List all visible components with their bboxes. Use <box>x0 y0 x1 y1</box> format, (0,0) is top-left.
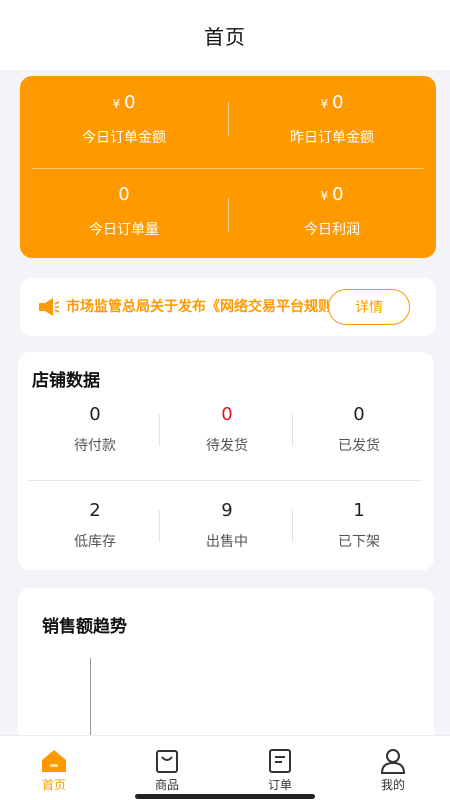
tab-label: 订单 <box>267 778 292 792</box>
stat-delisted[interactable]: 1 已下架 <box>290 500 428 551</box>
tab-mine[interactable]: 我的 <box>353 748 433 793</box>
notice-bar[interactable]: 市场监管总局关于发布《网络交易平台规则 详情 <box>20 278 436 336</box>
yesterday-amount-value: 0 <box>332 92 344 113</box>
page-title: 首页 <box>204 24 246 49</box>
home-icon <box>42 750 66 772</box>
stat-value: 0 <box>89 404 101 425</box>
order-icon <box>269 749 291 773</box>
overview-card: ¥0 今日订单金额 ¥0 昨日订单金额 0 今日订单量 ¥0 今日利润 <box>20 76 436 258</box>
stat-pending-payment[interactable]: 0 待付款 <box>26 404 164 455</box>
store-data-title: 店铺数据 <box>32 371 100 391</box>
stat-label: 已发货 <box>338 438 380 454</box>
top-bar: 首页 <box>0 0 450 70</box>
tab-products[interactable]: 商品 <box>127 748 207 793</box>
user-icon <box>380 749 406 774</box>
stat-value: 0 <box>353 404 365 425</box>
sales-trend-card: 销售额趋势 <box>18 588 434 758</box>
stat-pending-shipment[interactable]: 0 待发货 <box>158 404 296 455</box>
stat-value: 1 <box>353 500 365 521</box>
yesterday-amount-label: 昨日订单金额 <box>290 130 374 146</box>
stat-low-stock[interactable]: 2 低库存 <box>26 500 164 551</box>
stat-label: 待发货 <box>206 438 248 454</box>
tab-label: 首页 <box>41 778 66 792</box>
tab-label: 商品 <box>154 778 179 792</box>
currency-symbol: ¥ <box>320 97 329 111</box>
megaphone-icon <box>39 298 60 316</box>
today-amount-value: 0 <box>124 92 136 113</box>
sales-trend-title: 销售额趋势 <box>42 617 127 637</box>
notice-text: 市场监管总局关于发布《网络交易平台规则 <box>66 299 332 315</box>
stat-label: 已下架 <box>338 534 380 550</box>
bag-icon <box>156 750 178 773</box>
tab-orders[interactable]: 订单 <box>240 748 320 793</box>
today-profit-label: 今日利润 <box>304 222 360 238</box>
divider <box>28 480 422 481</box>
today-count-stat[interactable]: 0 今日订单量 <box>20 184 228 239</box>
tab-label: 我的 <box>380 778 405 792</box>
stat-value: 9 <box>221 500 233 521</box>
stat-label: 低库存 <box>74 534 116 550</box>
store-data-card: 店铺数据 0 待付款 0 待发货 0 已发货 2 低库存 9 出售中 1 已下架 <box>18 352 434 570</box>
currency-symbol: ¥ <box>112 97 121 111</box>
divider <box>32 168 424 169</box>
yesterday-amount-stat[interactable]: ¥0 昨日订单金额 <box>228 92 436 147</box>
stat-on-sale[interactable]: 9 出售中 <box>158 500 296 551</box>
today-count-label: 今日订单量 <box>89 222 159 238</box>
today-profit-value: 0 <box>332 184 344 205</box>
today-amount-stat[interactable]: ¥0 今日订单金额 <box>20 92 228 147</box>
stat-value: 0 <box>221 404 233 425</box>
stat-label: 出售中 <box>206 534 248 550</box>
bottom-tab-bar: 首页 商品 订单 我的 <box>0 735 450 800</box>
stat-shipped[interactable]: 0 已发货 <box>290 404 428 455</box>
home-indicator <box>135 794 315 799</box>
stat-label: 待付款 <box>74 438 116 454</box>
today-amount-label: 今日订单金额 <box>82 130 166 146</box>
today-count-value: 0 <box>118 184 130 205</box>
stat-value: 2 <box>89 500 101 521</box>
notice-detail-button[interactable]: 详情 <box>328 289 410 325</box>
currency-symbol: ¥ <box>320 189 329 203</box>
tab-home[interactable]: 首页 <box>14 748 94 793</box>
today-profit-stat[interactable]: ¥0 今日利润 <box>228 184 436 239</box>
